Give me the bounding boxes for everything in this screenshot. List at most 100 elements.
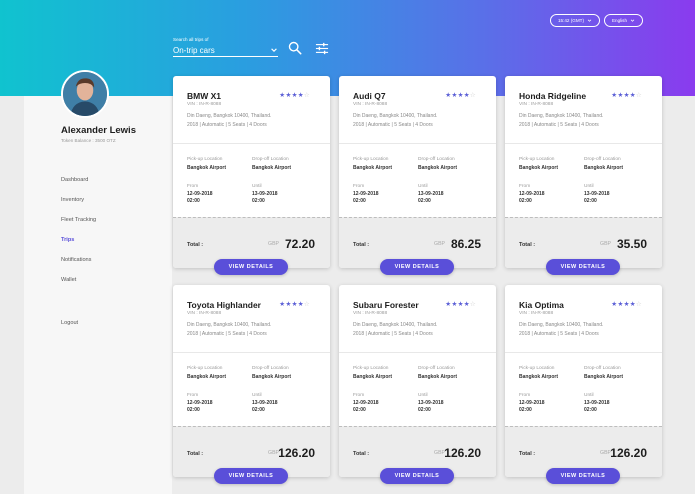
until-datetime: 13-09-2018 02:00	[584, 191, 610, 205]
view-details-button[interactable]: VIEW DETAILS	[546, 468, 620, 484]
chevron-down-icon	[271, 48, 277, 52]
total-label: Total :	[519, 242, 536, 248]
rating-stars: ★★★★☆	[279, 91, 310, 99]
from-time: 02:00	[187, 198, 200, 204]
token-balance: Token Balance : 3500 OTZ	[61, 138, 116, 143]
total-amount: 126.20	[444, 446, 481, 460]
view-details-button[interactable]: VIEW DETAILS	[380, 259, 454, 275]
from-time: 02:00	[353, 198, 366, 204]
view-details-button[interactable]: VIEW DETAILS	[214, 259, 288, 275]
dropoff-location: Bangkok Airport	[418, 374, 457, 380]
avatar-image	[63, 72, 107, 116]
total-label: Total :	[187, 451, 204, 457]
car-title: Kia Optima	[519, 300, 564, 310]
timezone-value: 15:42 (GMT)	[557, 18, 585, 23]
search-icon[interactable]	[288, 41, 302, 55]
car-title: Audi Q7	[353, 91, 386, 101]
dropoff-label: Drop-off Location	[418, 157, 455, 162]
card-divider	[339, 143, 496, 144]
trip-type-select[interactable]: On-trip cars	[173, 44, 278, 57]
view-details-button[interactable]: VIEW DETAILS	[214, 468, 288, 484]
until-datetime: 13-09-2018 02:00	[418, 191, 444, 205]
until-date: 13-09-2018	[252, 400, 278, 406]
until-label: Until	[252, 393, 262, 398]
total-label: Total :	[187, 242, 204, 248]
timezone-select[interactable]: 15:42 (GMT)	[550, 14, 600, 27]
until-date: 13-09-2018	[584, 400, 610, 406]
car-specs: 2018 | Automatic | 5 Seats | 4 Doors	[519, 122, 599, 128]
vin-number: VIN : IN-R-8088	[519, 102, 554, 107]
from-time: 02:00	[187, 407, 200, 413]
pickup-location: Bangkok Airport	[353, 165, 392, 171]
trip-card: Toyota Highlander ★★★★☆ VIN : IN-R-8088 …	[173, 285, 330, 484]
dropoff-label: Drop-off Location	[252, 366, 289, 371]
avatar	[61, 70, 109, 118]
search-label: Search all trips of	[173, 37, 209, 42]
from-label: From	[519, 184, 531, 189]
car-address: Din Daeng, Bangkok 10400, Thailand.	[519, 322, 604, 328]
until-label: Until	[418, 393, 428, 398]
from-date: 12-09-2018	[519, 191, 545, 197]
rating-stars: ★★★★☆	[279, 300, 310, 308]
pickup-label: Pick-up Location	[353, 157, 389, 162]
dropoff-label: Drop-off Location	[418, 366, 455, 371]
car-address: Din Daeng, Bangkok 10400, Thailand.	[187, 322, 272, 328]
until-label: Until	[418, 184, 428, 189]
trip-card: Audi Q7 ★★★★☆ VIN : IN-R-8088 Din Daeng,…	[339, 76, 496, 275]
view-details-button[interactable]: VIEW DETAILS	[546, 259, 620, 275]
sidebar-item-notifications[interactable]: Notifications	[61, 256, 96, 276]
from-time: 02:00	[519, 407, 532, 413]
card-divider	[505, 143, 662, 144]
sidebar-item-fleet-tracking[interactable]: Fleet Tracking	[61, 216, 96, 236]
pickup-label: Pick-up Location	[353, 366, 389, 371]
car-address: Din Daeng, Bangkok 10400, Thailand.	[187, 113, 272, 119]
car-address: Din Daeng, Bangkok 10400, Thailand.	[519, 113, 604, 119]
sidebar-item-inventory[interactable]: Inventory	[61, 196, 96, 216]
sidebar	[24, 96, 172, 494]
language-select[interactable]: English	[604, 14, 643, 27]
dropoff-location: Bangkok Airport	[252, 165, 291, 171]
view-details-button[interactable]: VIEW DETAILS	[380, 468, 454, 484]
dropoff-label: Drop-off Location	[584, 366, 621, 371]
until-time: 02:00	[584, 407, 597, 413]
star-icon: ☆	[635, 301, 642, 308]
vin-number: VIN : IN-R-8088	[187, 311, 222, 316]
card-divider	[339, 352, 496, 353]
rating-stars: ★★★★☆	[611, 91, 642, 99]
from-label: From	[353, 184, 365, 189]
from-date: 12-09-2018	[187, 191, 213, 197]
chevron-down-icon	[587, 19, 592, 22]
dropoff-location: Bangkok Airport	[252, 374, 291, 380]
pickup-label: Pick-up Location	[519, 157, 555, 162]
car-title: Honda Ridgeline	[519, 91, 587, 101]
car-title: BMW X1	[187, 91, 221, 101]
sidebar-item-dashboard[interactable]: Dashboard	[61, 176, 96, 196]
sidebar-item-wallet[interactable]: Wallet	[61, 276, 96, 296]
car-specs: 2018 | Automatic | 5 Seats | 4 Doors	[519, 331, 599, 337]
from-datetime: 12-09-2018 02:00	[519, 191, 545, 205]
trip-filter: Search all trips of On-trip cars	[173, 37, 278, 57]
from-date: 12-09-2018	[353, 191, 379, 197]
until-time: 02:00	[252, 407, 265, 413]
logout-link[interactable]: Logout	[61, 320, 78, 326]
trip-card: Honda Ridgeline ★★★★☆ VIN : IN-R-8088 Di…	[505, 76, 662, 275]
rating-stars: ★★★★☆	[445, 91, 476, 99]
total-amount: 126.20	[610, 446, 647, 460]
language-value: English	[611, 18, 628, 23]
until-date: 13-09-2018	[252, 191, 278, 197]
rating-stars: ★★★★☆	[445, 300, 476, 308]
from-datetime: 12-09-2018 02:00	[187, 191, 213, 205]
dropoff-location: Bangkok Airport	[584, 374, 623, 380]
card-divider	[505, 352, 662, 353]
until-label: Until	[252, 184, 262, 189]
dropoff-location: Bangkok Airport	[418, 165, 457, 171]
car-specs: 2018 | Automatic | 5 Seats | 4 Doors	[187, 122, 267, 128]
from-label: From	[187, 184, 199, 189]
car-title: Toyota Highlander	[187, 300, 261, 310]
car-specs: 2018 | Automatic | 5 Seats | 4 Doors	[353, 331, 433, 337]
vin-number: VIN : IN-R-8088	[519, 311, 554, 316]
sidebar-item-trips[interactable]: Trips	[61, 236, 96, 256]
from-datetime: 12-09-2018 02:00	[353, 191, 379, 205]
currency: GBP	[434, 241, 445, 247]
filter-sliders-icon[interactable]	[315, 42, 329, 55]
